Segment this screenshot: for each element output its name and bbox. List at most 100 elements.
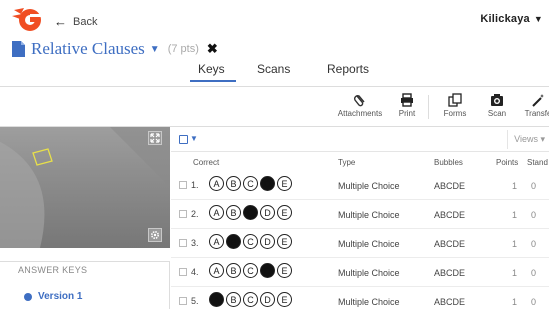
answer-bubble[interactable]: C	[243, 234, 258, 249]
table-row[interactable]: 1. A B C D E Multiple Choice ABCDE 1 0	[171, 171, 549, 200]
question-number: 5.	[191, 296, 199, 306]
forms-icon	[448, 93, 462, 107]
answer-bubble[interactable]: A	[209, 176, 224, 191]
attachments-button[interactable]: Attachments	[336, 93, 384, 118]
answer-bubble[interactable]: D	[260, 234, 275, 249]
select-all-checkbox[interactable]	[179, 135, 188, 144]
row-checkbox[interactable]	[179, 210, 187, 218]
answer-bubble[interactable]: E	[277, 176, 292, 191]
toolbar-separator	[428, 95, 429, 119]
answer-bubble[interactable]: A	[209, 292, 224, 307]
left-panel: ANSWER KEYS Version 1	[0, 127, 170, 309]
answer-bubble[interactable]: C	[243, 292, 258, 307]
table-row[interactable]: 3. A B C D E Multiple Choice ABCDE 1 0	[171, 229, 549, 258]
answer-bubbles: ABCDE	[209, 292, 292, 307]
answer-bubble[interactable]: D	[260, 292, 275, 307]
top-bar: ← Back Kilickaya ▼	[0, 0, 549, 42]
print-button[interactable]: Print	[394, 93, 420, 118]
caret-down-icon[interactable]: ▼	[150, 44, 160, 55]
tab-reports[interactable]: Reports	[327, 62, 369, 76]
bubble-options: ABCDE	[434, 210, 466, 220]
row-checkbox[interactable]	[179, 181, 187, 189]
tab-bar: Keys Scans Reports	[0, 62, 549, 84]
transfer-label: Transfe	[524, 109, 549, 118]
camera-icon	[491, 94, 503, 106]
quiz-title[interactable]: Relative Clauses	[31, 39, 145, 59]
forms-button[interactable]: Forms	[440, 93, 470, 118]
divider	[0, 248, 170, 262]
answer-bubble[interactable]: D	[260, 263, 275, 278]
bubble-options: ABCDE	[434, 268, 466, 278]
table-row[interactable]: 4. A B C D E Multiple Choice ABCDE 1 0	[171, 258, 549, 287]
question-number: 1.	[191, 180, 199, 190]
table-row[interactable]: 5. A B C D E Multiple Choice ABCDE 1 0	[171, 287, 549, 309]
answer-bubble[interactable]: A	[209, 234, 224, 249]
expand-icon	[150, 133, 160, 143]
question-points[interactable]: 1	[512, 297, 517, 307]
question-number: 4.	[191, 267, 199, 277]
question-standards: 0	[531, 297, 537, 307]
answer-bubble[interactable]: C	[243, 263, 258, 278]
question-points[interactable]: 1	[512, 239, 517, 249]
tab-scans[interactable]: Scans	[257, 62, 290, 76]
answer-bubble[interactable]: A	[209, 205, 224, 220]
answer-bubble[interactable]: B	[226, 176, 241, 191]
column-header-points: Points	[496, 158, 519, 167]
scan-target-marker	[0, 127, 170, 248]
question-points[interactable]: 1	[512, 181, 517, 191]
bubble-options: ABCDE	[434, 297, 466, 307]
tab-keys[interactable]: Keys	[198, 62, 225, 76]
goformative-logo[interactable]	[12, 6, 42, 34]
magic-wand-icon	[532, 94, 544, 107]
row-checkbox[interactable]	[179, 297, 187, 305]
close-icon[interactable]: ✖	[207, 41, 218, 57]
active-dot-icon	[24, 292, 32, 301]
answer-bubble[interactable]: B	[226, 263, 241, 278]
back-link[interactable]: ← Back	[54, 15, 97, 28]
question-type: Multiple Choice	[338, 268, 400, 278]
answer-bubble[interactable]: E	[277, 234, 292, 249]
question-type: Multiple Choice	[338, 210, 400, 220]
table-row[interactable]: 2. A B C D E Multiple Choice ABCDE 1 0	[171, 200, 549, 229]
answer-bubble[interactable]: C	[243, 205, 258, 220]
row-checkbox[interactable]	[179, 268, 187, 276]
column-header-bubbles: Bubbles	[434, 158, 463, 167]
printer-icon	[401, 93, 413, 107]
row-checkbox[interactable]	[179, 239, 187, 247]
column-header-correct: Correct	[193, 158, 220, 167]
question-number: 2.	[191, 209, 199, 219]
views-dropdown[interactable]: Views ▾	[514, 134, 545, 145]
user-menu[interactable]: Kilickaya ▼	[480, 13, 543, 25]
toolbar: Attachments Print Forms Scan Transfe	[0, 87, 549, 125]
caret-down-icon[interactable]: ▼	[190, 134, 198, 143]
forms-label: Forms	[443, 109, 467, 118]
answer-bubble[interactable]: E	[277, 263, 292, 278]
expand-camera-button[interactable]	[148, 131, 162, 145]
answer-bubble[interactable]: B	[226, 205, 241, 220]
quiz-title-row: Relative Clauses ▼ (7 pts) ✖	[12, 38, 218, 60]
gear-icon	[150, 230, 160, 240]
camera-settings-button[interactable]	[148, 228, 162, 242]
user-name: Kilickaya	[480, 13, 530, 25]
answer-bubble[interactable]: D	[260, 176, 275, 191]
scan-button[interactable]: Scan	[484, 93, 510, 118]
question-points[interactable]: 1	[512, 268, 517, 278]
answer-bubble[interactable]: B	[226, 292, 241, 307]
answer-bubble[interactable]: E	[277, 205, 292, 220]
back-label: Back	[73, 15, 98, 28]
answer-bubble[interactable]: B	[226, 234, 241, 249]
answer-bubble[interactable]: D	[260, 205, 275, 220]
transfer-button[interactable]: Transfe	[518, 93, 549, 118]
question-points[interactable]: 1	[512, 210, 517, 220]
sidebar-item-version-1[interactable]: Version 1	[24, 291, 82, 302]
answer-bubble[interactable]: E	[277, 292, 292, 307]
answer-bubbles: ABCDE	[209, 176, 292, 191]
answer-keys-heading: ANSWER KEYS	[18, 265, 88, 275]
question-number: 3.	[191, 238, 199, 248]
table-toolbar: ▼ Views ▾	[171, 127, 549, 152]
version-label: Version 1	[38, 291, 83, 302]
answer-key-table: ▼ Views ▾ Correct Type Bubbles Points St…	[171, 127, 549, 309]
answer-bubble[interactable]: A	[209, 263, 224, 278]
attachments-label: Attachments	[337, 109, 383, 118]
answer-bubble[interactable]: C	[243, 176, 258, 191]
